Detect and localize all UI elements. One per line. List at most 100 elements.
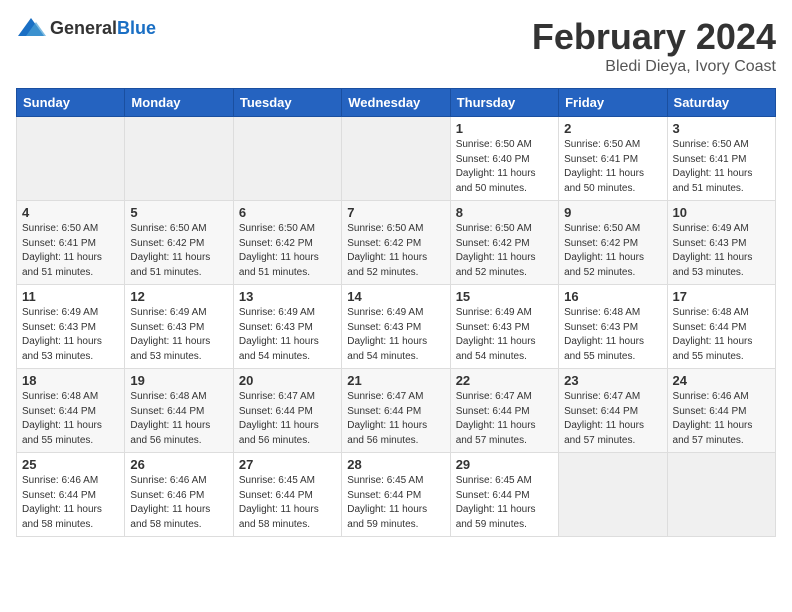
calendar-cell: 21 Sunrise: 6:47 AMSunset: 6:44 PMDayligh… <box>342 369 450 453</box>
title-area: February 2024 Bledi Dieya, Ivory Coast <box>532 16 776 76</box>
day-info: Sunrise: 6:49 AMSunset: 6:43 PMDaylight:… <box>456 306 553 364</box>
calendar-cell: 8 Sunrise: 6:50 AMSunset: 6:42 PMDaylight… <box>450 201 558 285</box>
calendar-cell: 15 Sunrise: 6:49 AMSunset: 6:43 PMDayligh… <box>450 285 558 369</box>
day-info: Sunrise: 6:49 AMSunset: 6:43 PMDaylight:… <box>673 222 770 280</box>
day-number: 17 <box>673 289 770 304</box>
calendar-week-row: 25Sunrise: 6:46 AMSunset: 6:44 PMDayligh… <box>17 453 776 537</box>
day-info: Sunrise: 6:47 AMSunset: 6:44 PMDaylight:… <box>564 390 661 448</box>
calendar-cell: 6 Sunrise: 6:50 AMSunset: 6:42 PMDaylight… <box>233 201 341 285</box>
day-number: 24 <box>673 373 770 388</box>
day-info: Sunrise: 6:48 AMSunset: 6:43 PMDaylight:… <box>564 306 661 364</box>
calendar-cell: 14 Sunrise: 6:49 AMSunset: 6:43 PMDayligh… <box>342 285 450 369</box>
calendar-cell <box>667 453 775 537</box>
calendar-cell: 1 Sunrise: 6:50 AMSunset: 6:40 PMDaylight… <box>450 117 558 201</box>
calendar-cell: 27Sunrise: 6:45 AMSunset: 6:44 PMDayligh… <box>233 453 341 537</box>
weekday-header-monday: Monday <box>125 89 233 117</box>
weekday-header-thursday: Thursday <box>450 89 558 117</box>
page-header: GeneralBlue February 2024 Bledi Dieya, I… <box>16 16 776 76</box>
calendar-cell: 13 Sunrise: 6:49 AMSunset: 6:43 PMDayligh… <box>233 285 341 369</box>
calendar-week-row: 18 Sunrise: 6:48 AMSunset: 6:44 PMDayligh… <box>17 369 776 453</box>
day-info: Sunrise: 6:50 AMSunset: 6:41 PMDaylight:… <box>22 222 119 280</box>
calendar-cell: 20Sunrise: 6:47 AMSunset: 6:44 PMDayligh… <box>233 369 341 453</box>
day-number: 6 <box>239 205 336 220</box>
day-number: 19 <box>130 373 227 388</box>
day-info: Sunrise: 6:48 AMSunset: 6:44 PMDaylight:… <box>130 390 227 448</box>
day-info: Sunrise: 6:49 AMSunset: 6:43 PMDaylight:… <box>22 306 119 364</box>
day-info: Sunrise: 6:50 AMSunset: 6:41 PMDaylight:… <box>673 138 770 196</box>
day-number: 26 <box>130 457 227 472</box>
day-number: 16 <box>564 289 661 304</box>
day-info: Sunrise: 6:46 AMSunset: 6:46 PMDaylight:… <box>130 474 227 532</box>
weekday-header-wednesday: Wednesday <box>342 89 450 117</box>
calendar-cell: 9Sunrise: 6:50 AMSunset: 6:42 PMDaylight… <box>559 201 667 285</box>
calendar-cell <box>342 117 450 201</box>
calendar-cell: 2 Sunrise: 6:50 AMSunset: 6:41 PMDaylight… <box>559 117 667 201</box>
day-number: 29 <box>456 457 553 472</box>
calendar-week-row: 11 Sunrise: 6:49 AMSunset: 6:43 PMDayligh… <box>17 285 776 369</box>
day-info: Sunrise: 6:49 AMSunset: 6:43 PMDaylight:… <box>239 306 336 364</box>
day-info: Sunrise: 6:45 AMSunset: 6:44 PMDaylight:… <box>239 474 336 532</box>
day-info: Sunrise: 6:50 AMSunset: 6:42 PMDaylight:… <box>130 222 227 280</box>
day-number: 10 <box>673 205 770 220</box>
day-info: Sunrise: 6:49 AMSunset: 6:43 PMDaylight:… <box>347 306 444 364</box>
day-info: Sunrise: 6:47 AMSunset: 6:44 PMDaylight:… <box>239 390 336 448</box>
day-info: Sunrise: 6:46 AMSunset: 6:44 PMDaylight:… <box>673 390 770 448</box>
location-subtitle: Bledi Dieya, Ivory Coast <box>532 58 776 76</box>
logo-general-text: General <box>50 18 117 38</box>
day-number: 22 <box>456 373 553 388</box>
day-number: 4 <box>22 205 119 220</box>
calendar-table: SundayMondayTuesdayWednesdayThursdayFrid… <box>16 88 776 537</box>
day-number: 7 <box>347 205 444 220</box>
day-number: 12 <box>130 289 227 304</box>
weekday-header-tuesday: Tuesday <box>233 89 341 117</box>
day-info: Sunrise: 6:50 AMSunset: 6:42 PMDaylight:… <box>239 222 336 280</box>
day-info: Sunrise: 6:45 AMSunset: 6:44 PMDaylight:… <box>347 474 444 532</box>
day-number: 28 <box>347 457 444 472</box>
day-number: 14 <box>347 289 444 304</box>
calendar-cell: 28 Sunrise: 6:45 AMSunset: 6:44 PMDayligh… <box>342 453 450 537</box>
calendar-week-row: 1 Sunrise: 6:50 AMSunset: 6:40 PMDaylight… <box>17 117 776 201</box>
day-info: Sunrise: 6:48 AMSunset: 6:44 PMDaylight:… <box>22 390 119 448</box>
day-number: 11 <box>22 289 119 304</box>
day-number: 3 <box>673 121 770 136</box>
calendar-cell: 7 Sunrise: 6:50 AMSunset: 6:42 PMDaylight… <box>342 201 450 285</box>
weekday-header-row: SundayMondayTuesdayWednesdayThursdayFrid… <box>17 89 776 117</box>
calendar-cell: 23 Sunrise: 6:47 AMSunset: 6:44 PMDayligh… <box>559 369 667 453</box>
calendar-cell: 11 Sunrise: 6:49 AMSunset: 6:43 PMDayligh… <box>17 285 125 369</box>
day-number: 13 <box>239 289 336 304</box>
calendar-cell: 3 Sunrise: 6:50 AMSunset: 6:41 PMDaylight… <box>667 117 775 201</box>
day-number: 15 <box>456 289 553 304</box>
day-info: Sunrise: 6:50 AMSunset: 6:40 PMDaylight:… <box>456 138 553 196</box>
calendar-cell: 5 Sunrise: 6:50 AMSunset: 6:42 PMDaylight… <box>125 201 233 285</box>
calendar-cell: 29 Sunrise: 6:45 AMSunset: 6:44 PMDayligh… <box>450 453 558 537</box>
day-number: 5 <box>130 205 227 220</box>
calendar-week-row: 4 Sunrise: 6:50 AMSunset: 6:41 PMDaylight… <box>17 201 776 285</box>
day-info: Sunrise: 6:47 AMSunset: 6:44 PMDaylight:… <box>456 390 553 448</box>
calendar-cell: 22 Sunrise: 6:47 AMSunset: 6:44 PMDayligh… <box>450 369 558 453</box>
day-info: Sunrise: 6:47 AMSunset: 6:44 PMDaylight:… <box>347 390 444 448</box>
month-year-title: February 2024 <box>532 16 776 58</box>
day-number: 8 <box>456 205 553 220</box>
day-info: Sunrise: 6:48 AMSunset: 6:44 PMDaylight:… <box>673 306 770 364</box>
day-info: Sunrise: 6:50 AMSunset: 6:41 PMDaylight:… <box>564 138 661 196</box>
calendar-cell: 25Sunrise: 6:46 AMSunset: 6:44 PMDayligh… <box>17 453 125 537</box>
day-info: Sunrise: 6:50 AMSunset: 6:42 PMDaylight:… <box>347 222 444 280</box>
logo-icon <box>16 16 46 40</box>
day-number: 1 <box>456 121 553 136</box>
calendar-cell <box>17 117 125 201</box>
day-info: Sunrise: 6:50 AMSunset: 6:42 PMDaylight:… <box>564 222 661 280</box>
calendar-cell: 4 Sunrise: 6:50 AMSunset: 6:41 PMDaylight… <box>17 201 125 285</box>
calendar-cell: 24 Sunrise: 6:46 AMSunset: 6:44 PMDayligh… <box>667 369 775 453</box>
calendar-cell <box>233 117 341 201</box>
calendar-cell: 19 Sunrise: 6:48 AMSunset: 6:44 PMDayligh… <box>125 369 233 453</box>
day-number: 21 <box>347 373 444 388</box>
day-number: 2 <box>564 121 661 136</box>
day-info: Sunrise: 6:50 AMSunset: 6:42 PMDaylight:… <box>456 222 553 280</box>
day-info: Sunrise: 6:49 AMSunset: 6:43 PMDaylight:… <box>130 306 227 364</box>
calendar-cell <box>559 453 667 537</box>
weekday-header-saturday: Saturday <box>667 89 775 117</box>
calendar-cell: 17 Sunrise: 6:48 AMSunset: 6:44 PMDayligh… <box>667 285 775 369</box>
day-number: 23 <box>564 373 661 388</box>
day-info: Sunrise: 6:45 AMSunset: 6:44 PMDaylight:… <box>456 474 553 532</box>
day-number: 18 <box>22 373 119 388</box>
